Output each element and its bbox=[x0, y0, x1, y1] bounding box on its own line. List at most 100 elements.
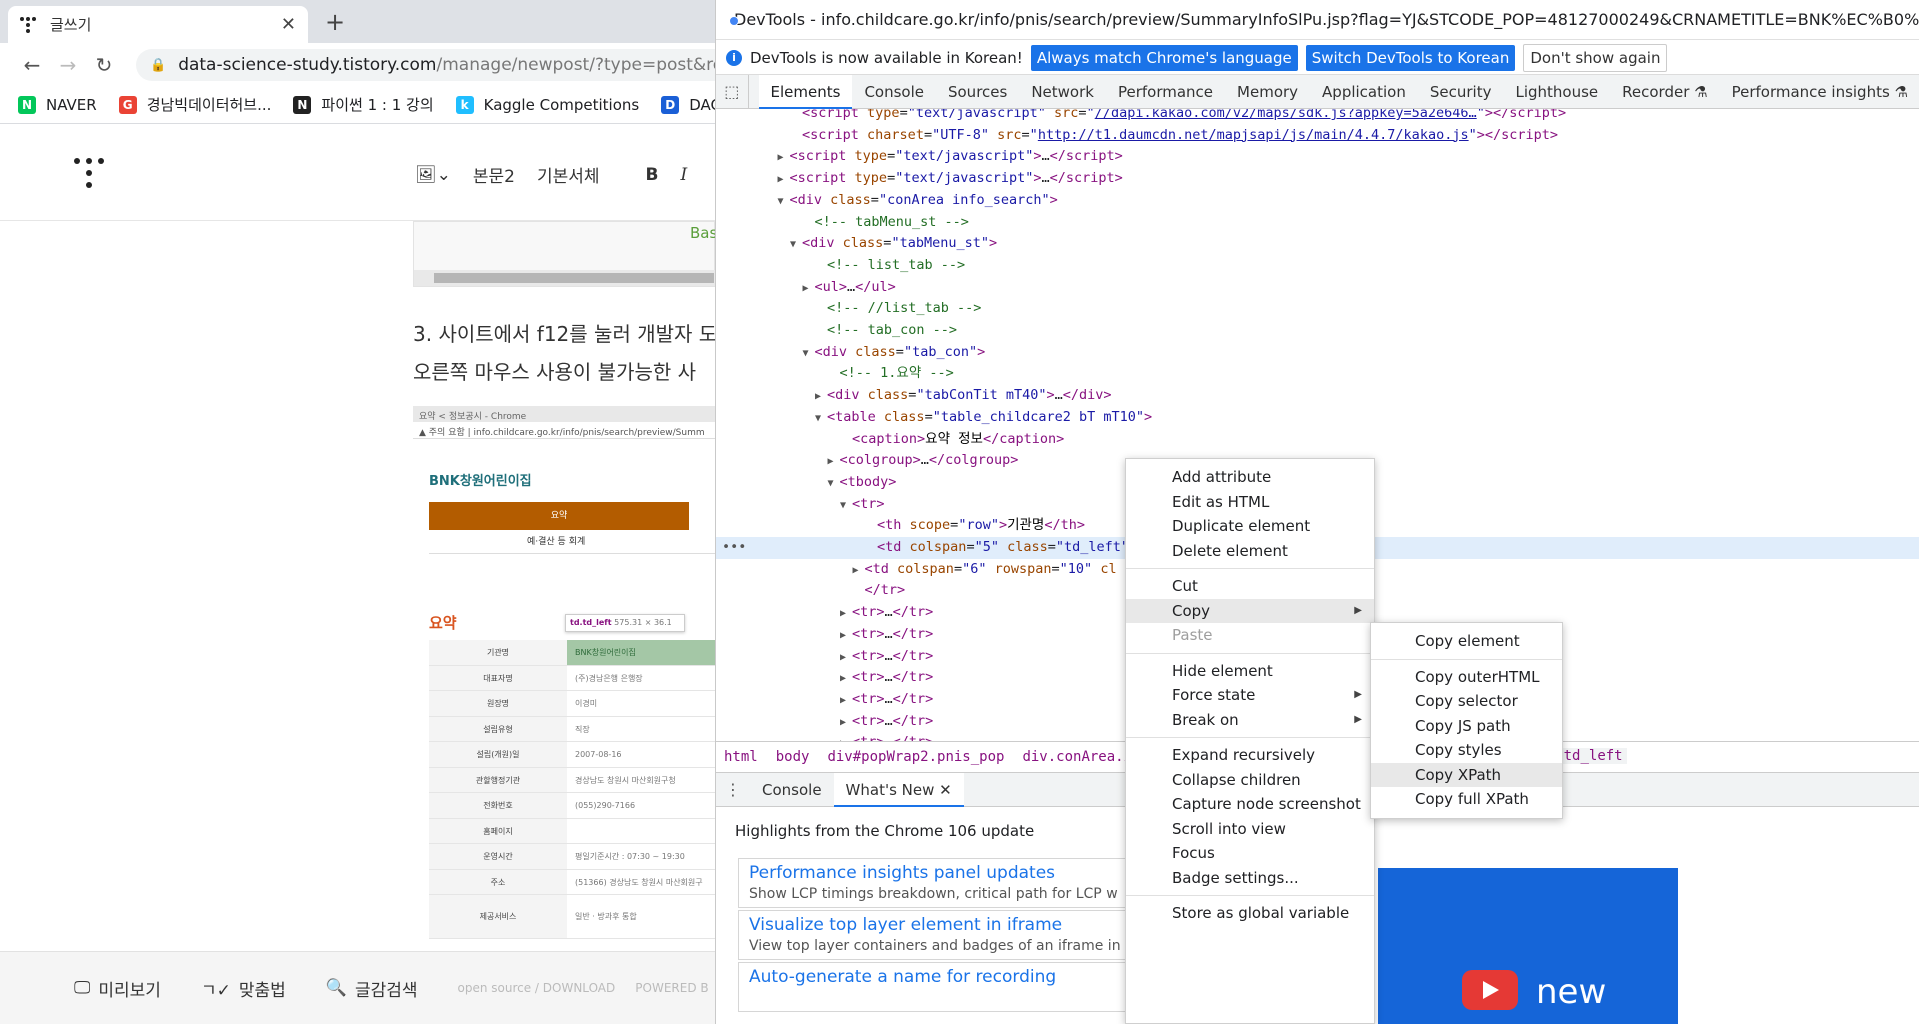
menu-item-collapse-children[interactable]: Collapse children bbox=[1126, 768, 1374, 793]
forward-icon[interactable]: → bbox=[50, 53, 86, 77]
dom-node[interactable]: ▼ <div class="conArea info_search"> bbox=[716, 190, 1919, 212]
devtools-tab-recorder[interactable]: Recorder ⚗ bbox=[1610, 75, 1719, 109]
devtools-tab-lighthouse[interactable]: Lighthouse bbox=[1503, 75, 1610, 109]
dom-node[interactable]: <!-- //list_tab --> bbox=[716, 298, 1919, 320]
feature-card[interactable]: Visualize top layer element in iframe Vie… bbox=[738, 910, 1138, 960]
material-search-button[interactable]: 🔍 글감검색 bbox=[326, 976, 418, 1001]
bold-button[interactable]: B bbox=[646, 165, 659, 185]
youtube-play-icon[interactable] bbox=[1462, 970, 1518, 1010]
expand-toggle-icon[interactable]: ▶ bbox=[815, 386, 827, 408]
preview-button[interactable]: 🖵 미리보기 bbox=[74, 976, 161, 1001]
menu-item-expand-recursively[interactable]: Expand recursively bbox=[1126, 743, 1374, 768]
breadcrumb-item[interactable]: body bbox=[776, 749, 810, 765]
menu-item-badge-settings[interactable]: Badge settings... bbox=[1126, 866, 1374, 891]
dom-node[interactable]: <!-- list_tab --> bbox=[716, 255, 1919, 277]
expand-toggle-icon[interactable]: ▶ bbox=[778, 147, 790, 169]
devtools-tab-security[interactable]: Security bbox=[1418, 75, 1504, 109]
menu-item-delete-element[interactable]: Delete element bbox=[1126, 539, 1374, 564]
expand-toggle-icon[interactable]: ▼ bbox=[815, 408, 827, 430]
bookmark-item[interactable]: N NAVER bbox=[18, 95, 97, 114]
menu-item-store-as-global-variable[interactable]: Store as global variable bbox=[1126, 901, 1374, 926]
italic-button[interactable]: I bbox=[680, 165, 687, 185]
expand-toggle-icon[interactable]: ▼ bbox=[778, 191, 790, 213]
tistory-logo-icon[interactable] bbox=[74, 158, 104, 188]
menu-item-copy-selector[interactable]: Copy selector bbox=[1371, 689, 1562, 714]
expand-toggle-icon[interactable]: ▼ bbox=[803, 343, 815, 365]
inspect-element-icon[interactable]: ⬚ bbox=[716, 74, 749, 109]
bookmark-item[interactable]: N 파이썬 1 : 1 강의 bbox=[293, 94, 434, 115]
bookmark-item[interactable]: D DAC bbox=[661, 95, 715, 114]
dom-node[interactable]: <!-- tab_con --> bbox=[716, 320, 1919, 342]
dom-node[interactable]: <!-- tabMenu_st --> bbox=[716, 212, 1919, 234]
paragraph-style-select[interactable]: 본문2 bbox=[473, 162, 515, 187]
feature-card[interactable]: Auto-generate a name for recording bbox=[738, 962, 1138, 1012]
new-tab-icon[interactable]: + bbox=[325, 8, 345, 36]
breadcrumb-item[interactable]: html bbox=[724, 749, 758, 765]
expand-toggle-icon[interactable]: ▶ bbox=[840, 690, 852, 712]
menu-item-focus[interactable]: Focus bbox=[1126, 841, 1374, 866]
dom-node[interactable]: <script type="text/javascript" src="//da… bbox=[716, 109, 1919, 125]
expand-toggle-icon[interactable]: ▶ bbox=[840, 668, 852, 690]
menu-item-scroll-into-view[interactable]: Scroll into view bbox=[1126, 817, 1374, 842]
devtools-tab-performance-insights[interactable]: Performance insights ⚗ bbox=[1720, 75, 1919, 109]
drawer-menu-icon[interactable]: ⋮ bbox=[716, 780, 750, 799]
expand-toggle-icon[interactable]: ▶ bbox=[840, 733, 852, 741]
always-match-language-button[interactable]: Always match Chrome's language bbox=[1030, 44, 1298, 71]
bookmark-item[interactable]: k Kaggle Competitions bbox=[455, 95, 639, 114]
menu-item-hide-element[interactable]: Hide element bbox=[1126, 659, 1374, 684]
dom-node[interactable]: <!-- 1.요약 --> bbox=[716, 363, 1919, 385]
devtools-tab-memory[interactable]: Memory bbox=[1225, 75, 1310, 109]
feature-card[interactable]: Performance insights panel updates Show L… bbox=[738, 858, 1138, 908]
expand-toggle-icon[interactable]: ▶ bbox=[853, 560, 865, 582]
menu-item-copy-element[interactable]: Copy element bbox=[1371, 629, 1562, 654]
dom-node[interactable]: ▼ <div class="tab_con"> bbox=[716, 342, 1919, 364]
horizontal-scrollbar[interactable] bbox=[414, 270, 715, 286]
expand-toggle-icon[interactable]: ▼ bbox=[790, 234, 802, 256]
devtools-tab-performance[interactable]: Performance bbox=[1106, 75, 1225, 109]
dom-node[interactable]: ▶ <div class="tabConTit mT40">…</div> bbox=[716, 385, 1919, 407]
menu-item-cut[interactable]: Cut bbox=[1126, 574, 1374, 599]
menu-item-break-on[interactable]: Break on ▶ bbox=[1126, 708, 1374, 733]
expand-toggle-icon[interactable]: ▶ bbox=[840, 712, 852, 734]
menu-item-edit-as-html[interactable]: Edit as HTML bbox=[1126, 490, 1374, 515]
dom-node[interactable]: ▶ <ul>…</ul> bbox=[716, 277, 1919, 299]
devtools-tab-network[interactable]: Network bbox=[1019, 75, 1106, 109]
dom-node[interactable]: ▼ <table class="table_childcare2 bT mT10"… bbox=[716, 407, 1919, 429]
close-tab-icon[interactable]: ✕ bbox=[281, 14, 296, 35]
back-icon[interactable]: ← bbox=[14, 53, 50, 77]
breadcrumb-item[interactable]: div#popWrap2.pnis_pop bbox=[827, 749, 1004, 765]
dom-node[interactable]: <script charset="UTF-8" src="http://t1.d… bbox=[716, 125, 1919, 147]
expand-toggle-icon[interactable]: ▶ bbox=[840, 625, 852, 647]
browser-tab[interactable]: 글쓰기 ✕ bbox=[8, 6, 308, 43]
drawer-tab-whats-new[interactable]: What's New ✕ bbox=[833, 772, 964, 807]
opensource-link[interactable]: open source / DOWNLOAD bbox=[458, 981, 616, 995]
menu-item-add-attribute[interactable]: Add attribute bbox=[1126, 465, 1374, 490]
image-insert-icon[interactable]: 🖼⌄ bbox=[415, 165, 451, 185]
dom-node[interactable]: ▼ <div class="tabMenu_st"> bbox=[716, 233, 1919, 255]
dom-node[interactable]: <caption>요약 정보</caption> bbox=[716, 429, 1919, 451]
address-bar[interactable]: 🔒 data-science-study.tistory.com/manage/… bbox=[136, 49, 715, 81]
devtools-tab-application[interactable]: Application bbox=[1310, 75, 1418, 109]
menu-item-copy-xpath[interactable]: Copy XPath bbox=[1371, 762, 1562, 787]
menu-item-capture-node-screenshot[interactable]: Capture node screenshot bbox=[1126, 792, 1374, 817]
devtools-tab-console[interactable]: Console bbox=[852, 75, 936, 109]
expand-toggle-icon[interactable]: ▼ bbox=[840, 495, 852, 517]
menu-item-duplicate-element[interactable]: Duplicate element bbox=[1126, 514, 1374, 539]
menu-item-copy-full-xpath[interactable]: Copy full XPath bbox=[1371, 787, 1562, 812]
expand-toggle-icon[interactable]: ▶ bbox=[778, 169, 790, 191]
dom-node[interactable]: ▶ <script type="text/javascript">…</scrip… bbox=[716, 168, 1919, 190]
expand-toggle-icon[interactable]: ▶ bbox=[803, 278, 815, 300]
dont-show-again-button[interactable]: Don't show again bbox=[1523, 43, 1668, 72]
node-actions-icon[interactable]: ••• bbox=[722, 537, 746, 559]
scrollbar-thumb[interactable] bbox=[434, 273, 714, 283]
close-drawer-tab-icon[interactable]: ✕ bbox=[939, 781, 952, 799]
expand-toggle-icon[interactable]: ▼ bbox=[828, 473, 840, 495]
switch-to-korean-button[interactable]: Switch DevTools to Korean bbox=[1305, 44, 1516, 71]
menu-item-copy-js-path[interactable]: Copy JS path bbox=[1371, 714, 1562, 739]
whats-new-video-thumbnail[interactable]: new bbox=[1378, 868, 1678, 1024]
expand-toggle-icon[interactable]: ▶ bbox=[840, 603, 852, 625]
devtools-tab-sources[interactable]: Sources bbox=[936, 75, 1019, 109]
menu-item-force-state[interactable]: Force state ▶ bbox=[1126, 683, 1374, 708]
menu-item-copy-styles[interactable]: Copy styles bbox=[1371, 738, 1562, 763]
reload-icon[interactable]: ↻ bbox=[86, 53, 122, 77]
